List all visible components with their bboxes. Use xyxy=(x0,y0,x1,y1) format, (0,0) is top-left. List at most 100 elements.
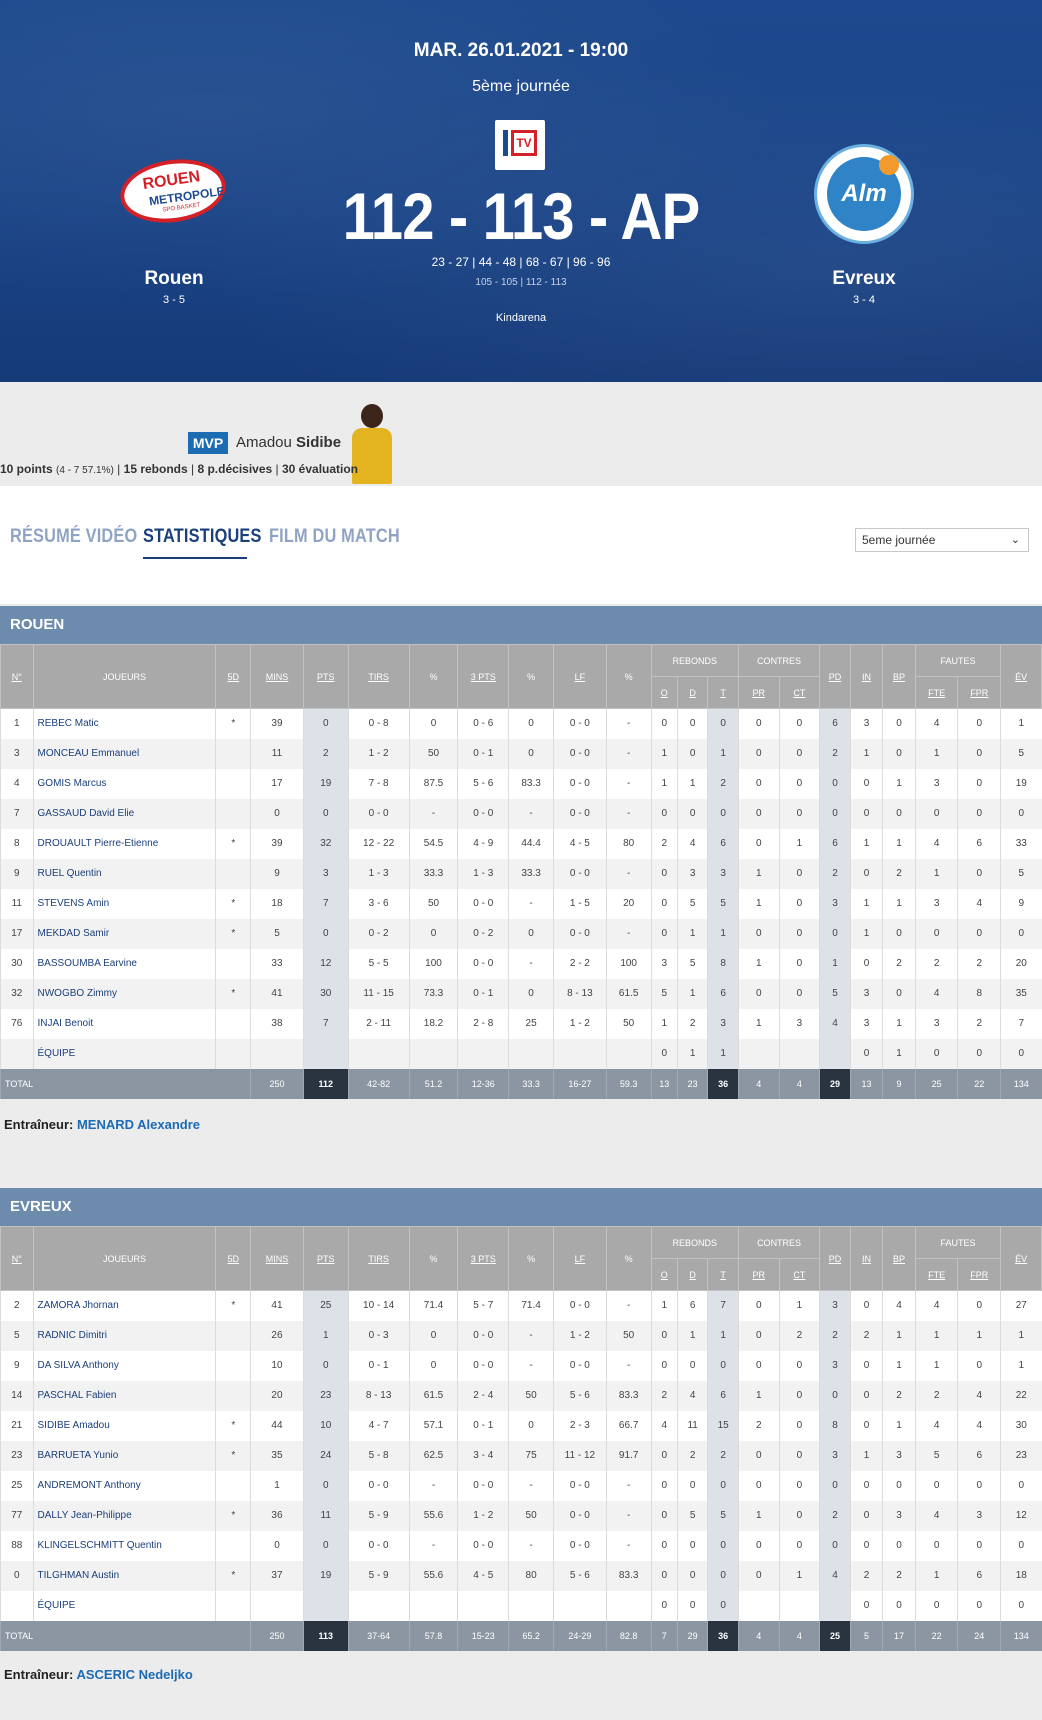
header-bp[interactable]: BP xyxy=(882,644,916,709)
total-cell: 37-64 xyxy=(347,1620,410,1651)
header-lf[interactable]: LF xyxy=(552,1226,607,1291)
header-mins[interactable]: MINS xyxy=(250,1226,304,1291)
stat-cell: 0 xyxy=(819,918,851,949)
player-name-link[interactable]: INJAI Benoit xyxy=(32,1008,216,1039)
stat-cell: 2 xyxy=(0,1290,34,1321)
tv-logo-icon[interactable]: TV xyxy=(495,120,545,170)
player-name-link[interactable]: BASSOUMBA Earvine xyxy=(32,948,216,979)
player-name-link[interactable]: DALLY Jean-Philippe xyxy=(32,1500,216,1531)
player-name-link[interactable]: STEVENS Amin xyxy=(32,888,216,919)
coach-link[interactable]: MENARD Alexandre xyxy=(77,1117,200,1132)
header-ct[interactable]: CT xyxy=(778,1258,821,1291)
stat-cell: 0 xyxy=(849,1500,883,1531)
tab-film-du-match[interactable]: FILM DU MATCH xyxy=(269,526,400,548)
away-team-name[interactable]: Evreux xyxy=(764,268,964,290)
round-select[interactable]: 5eme journée ⌄ xyxy=(855,528,1029,552)
header-fpr[interactable]: FPR xyxy=(957,1258,1002,1291)
player-name-link[interactable]: PASCHAL Fabien xyxy=(32,1380,216,1411)
mvp-name[interactable]: Amadou Sidibe xyxy=(236,434,341,451)
header-pct: % xyxy=(508,1226,554,1291)
total-cell: 113 xyxy=(302,1620,349,1651)
player-name-link[interactable]: BARRUETA Yunio xyxy=(32,1440,216,1471)
header-fte[interactable]: FTE xyxy=(914,1258,959,1291)
header-fte[interactable]: FTE xyxy=(914,676,959,709)
header-bp[interactable]: BP xyxy=(882,1226,916,1291)
player-name-link[interactable]: MEKDAD Samir xyxy=(32,918,216,949)
venue: Kindarena xyxy=(495,312,547,324)
stat-cell: 1 xyxy=(914,1560,958,1591)
player-name-link[interactable]: ZAMORA Jhornan xyxy=(32,1290,216,1321)
stat-cell: 30 xyxy=(302,978,349,1009)
stat-cell: 2 xyxy=(882,948,916,979)
header-lf[interactable]: LF xyxy=(552,644,607,709)
player-name-link[interactable]: ÉQUIPE xyxy=(32,1590,216,1621)
header-pts[interactable]: PTS xyxy=(302,644,349,709)
player-name-link[interactable]: TILGHMAN Austin xyxy=(32,1560,216,1591)
tab-statistiques[interactable]: STATISTIQUES xyxy=(143,526,262,548)
stat-cell: 0 xyxy=(882,978,916,1009)
player-name-link[interactable]: GASSAUD David Elie xyxy=(32,798,216,829)
header-num[interactable]: N° xyxy=(0,644,34,709)
tab-resume-video[interactable]: RÉSUMÉ VIDÉO xyxy=(10,526,137,548)
stat-cell: 0 xyxy=(676,1590,708,1621)
home-team-name[interactable]: Rouen xyxy=(74,268,274,290)
player-name-link[interactable]: ÉQUIPE xyxy=(32,1038,216,1069)
stat-cell: 2 xyxy=(849,1320,883,1351)
stat-cell: 77 xyxy=(0,1500,34,1531)
player-name-link[interactable]: MONCEAU Emmanuel xyxy=(32,738,216,769)
header-t[interactable]: T xyxy=(707,676,739,709)
header-in[interactable]: IN xyxy=(849,644,884,709)
header-ev[interactable]: ÉV xyxy=(1000,644,1042,709)
header-pr[interactable]: PR xyxy=(737,676,780,709)
header-pd[interactable]: PD xyxy=(819,644,851,709)
coach-link[interactable]: ASCERIC Nedeljko xyxy=(76,1667,192,1682)
stat-cell: 3 xyxy=(302,858,349,889)
stat-cell: 9 xyxy=(0,1350,34,1381)
player-name-link[interactable]: RUEL Quentin xyxy=(32,858,216,889)
header-ct[interactable]: CT xyxy=(778,676,821,709)
player-name-link[interactable]: NWOGBO Zimmy xyxy=(32,978,216,1009)
coach-rouen: Entraîneur: MENARD Alexandre xyxy=(4,1117,201,1132)
stat-cell: 5 xyxy=(707,888,739,919)
header-t[interactable]: T xyxy=(707,1258,739,1291)
header-o[interactable]: O xyxy=(650,1258,678,1291)
stat-cell: 0 xyxy=(957,858,1001,889)
header-pts[interactable]: PTS xyxy=(302,1226,349,1291)
stat-cell: 9 xyxy=(0,858,34,889)
header-num[interactable]: N° xyxy=(0,1226,34,1291)
header-pd[interactable]: PD xyxy=(819,1226,851,1291)
header-d[interactable]: D xyxy=(676,1258,709,1291)
header-contres: CONTRES xyxy=(737,644,821,677)
header-five[interactable]: 5D xyxy=(215,1226,252,1291)
header-fpr[interactable]: FPR xyxy=(957,676,1002,709)
header-tirs[interactable]: TIRS xyxy=(347,644,410,709)
stat-cell: 3 xyxy=(819,1290,851,1321)
header-tirs[interactable]: TIRS xyxy=(347,1226,410,1291)
stat-cell xyxy=(457,1590,509,1621)
header-o[interactable]: O xyxy=(650,676,678,709)
player-name-link[interactable]: REBEC Matic xyxy=(32,708,216,739)
header-in[interactable]: IN xyxy=(849,1226,884,1291)
player-name-link[interactable]: KLINGELSCHMITT Quentin xyxy=(32,1530,216,1561)
stat-cell: 0 xyxy=(650,918,678,949)
stat-cell: 5 - 6 xyxy=(457,768,509,799)
player-name-link[interactable]: DA SILVA Anthony xyxy=(32,1350,216,1381)
stat-cell: 6 xyxy=(957,1440,1001,1471)
header-three[interactable]: 3 PTS xyxy=(457,1226,510,1291)
player-name-link[interactable]: DROUAULT Pierre-Etienne xyxy=(32,828,216,859)
player-name-link[interactable]: SIDIBE Amadou xyxy=(32,1410,216,1441)
player-name-link[interactable]: RADNIC Dimitri xyxy=(32,1320,216,1351)
header-pr[interactable]: PR xyxy=(737,1258,780,1291)
header-five[interactable]: 5D xyxy=(215,644,252,709)
stat-cell: 20 xyxy=(605,888,652,919)
total-cell: 51.2 xyxy=(408,1068,458,1099)
stat-cell: 1 xyxy=(882,768,916,799)
header-d[interactable]: D xyxy=(676,676,709,709)
stat-cell: 4 xyxy=(676,1380,708,1411)
player-name-link[interactable]: ANDREMONT Anthony xyxy=(32,1470,216,1501)
header-three[interactable]: 3 PTS xyxy=(457,644,510,709)
header-mins[interactable]: MINS xyxy=(250,644,304,709)
header-ev[interactable]: ÉV xyxy=(1000,1226,1042,1291)
total-cell: TOTAL xyxy=(0,1620,251,1651)
player-name-link[interactable]: GOMIS Marcus xyxy=(32,768,216,799)
